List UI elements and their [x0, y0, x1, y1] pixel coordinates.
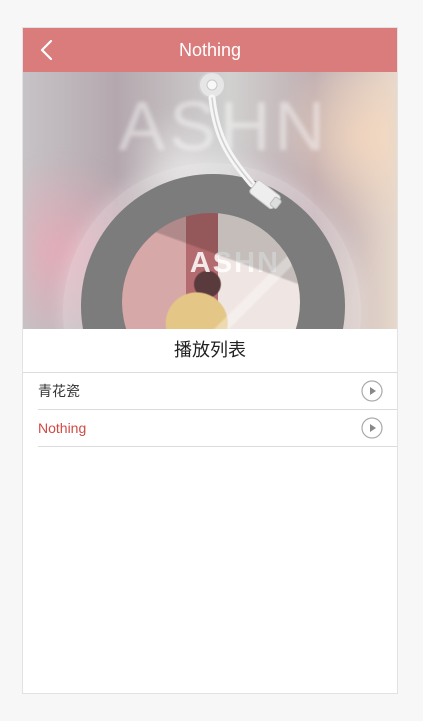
album-cover-text: ASHN: [189, 247, 280, 279]
song-name: 青花瓷: [38, 383, 80, 399]
play-button[interactable]: [361, 380, 383, 402]
play-button[interactable]: [361, 417, 383, 439]
page-title: Nothing: [178, 40, 242, 60]
playlist-list: 青花瓷 Nothing: [38, 373, 397, 447]
play-icon: [361, 417, 383, 439]
playlist-title: 播放列表: [23, 329, 397, 373]
list-item-active[interactable]: Nothing: [38, 410, 397, 447]
play-icon: [361, 380, 383, 402]
app-header: Nothing: [23, 28, 397, 72]
song-name: Nothing: [38, 420, 87, 436]
blurred-background-text: ASHN: [118, 87, 329, 165]
phone-screen: Nothing ASHN ASHN 播放列表 青花瓷 Nothing: [22, 27, 398, 694]
album-cover: ASHN: [122, 213, 300, 329]
list-item[interactable]: 青花瓷: [38, 373, 397, 410]
player-hero: ASHN ASHN: [23, 72, 397, 329]
